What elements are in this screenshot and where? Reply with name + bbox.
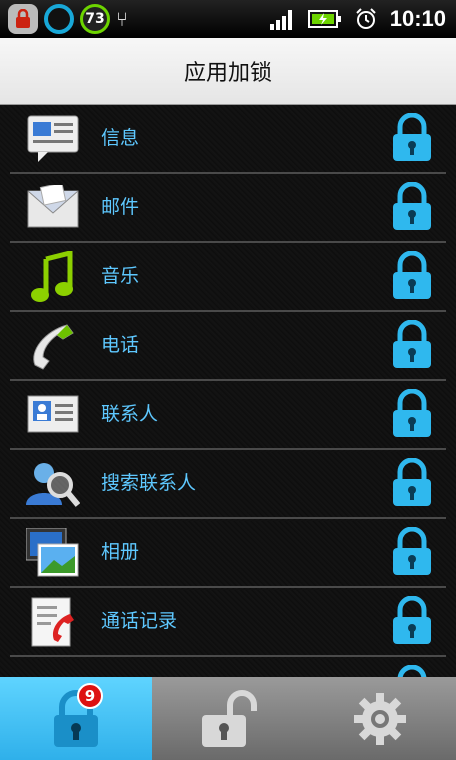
video-icon (26, 665, 80, 677)
lock-toggle-icon[interactable] (390, 320, 434, 370)
title-bar: 应用加锁 (0, 38, 456, 105)
app-label: 搜索联系人 (101, 472, 197, 494)
gear-icon (354, 692, 406, 745)
lock-toggle-icon[interactable] (390, 596, 434, 646)
list-item[interactable]: 通话记录 (10, 588, 446, 659)
lock-toggle-icon[interactable] (390, 527, 434, 577)
battery-icon (307, 10, 341, 28)
music-icon (26, 251, 80, 303)
phone-icon (26, 320, 80, 372)
battery-percent-badge: 73 (80, 4, 110, 34)
gallery-icon (26, 527, 80, 579)
lock-toggle-icon[interactable] (390, 665, 434, 677)
lock-toggle-icon[interactable] (390, 182, 434, 232)
app-label: 音乐 (101, 265, 140, 287)
sync-ring-icon (44, 4, 74, 34)
list-item[interactable]: 信息 (10, 105, 446, 176)
search-contacts-icon (26, 458, 80, 510)
page-title: 应用加锁 (183, 61, 272, 86)
call-log-icon (26, 596, 80, 648)
list-item-partial[interactable] (10, 657, 446, 677)
app-label: 信息 (101, 127, 140, 149)
signal-icon (269, 10, 292, 30)
tab-settings[interactable] (304, 677, 456, 760)
lock-notification-icon (8, 4, 38, 34)
locked-count-badge: 9 (77, 683, 103, 709)
list-item[interactable]: 搜索联系人 (10, 450, 446, 521)
list-item[interactable]: 电话 (10, 312, 446, 383)
tab-locked-apps[interactable]: 9 (0, 677, 152, 760)
list-item[interactable]: 邮件 (10, 174, 446, 245)
mail-icon (26, 182, 80, 234)
contacts-icon (26, 389, 80, 441)
app-label: 通话记录 (101, 610, 178, 632)
app-list[interactable]: 信息 邮件 音乐 电话 联系人 搜索联系人 相册 通话记录 (0, 105, 456, 677)
tab-unlocked-apps[interactable] (152, 677, 304, 760)
list-item[interactable]: 联系人 (10, 381, 446, 452)
clock: 10:10 (389, 6, 446, 31)
lock-toggle-icon[interactable] (390, 389, 434, 439)
messages-icon (26, 113, 80, 165)
app-label: 电话 (101, 334, 140, 356)
list-item[interactable]: 音乐 (10, 243, 446, 314)
lock-toggle-icon[interactable] (390, 458, 434, 508)
bottom-tab-bar: 9 (0, 677, 456, 760)
status-bar: 73 ⑂ 10:10 (0, 0, 456, 38)
app-label: 邮件 (101, 196, 140, 218)
list-item[interactable]: 相册 (10, 519, 446, 590)
usb-icon: ⑂ (116, 7, 128, 31)
alarm-icon (356, 8, 376, 29)
app-label: 相册 (101, 541, 140, 563)
lock-toggle-icon[interactable] (390, 113, 434, 163)
unlocked-tab-icon (202, 689, 257, 747)
lock-toggle-icon[interactable] (390, 251, 434, 301)
app-label: 联系人 (101, 403, 159, 425)
